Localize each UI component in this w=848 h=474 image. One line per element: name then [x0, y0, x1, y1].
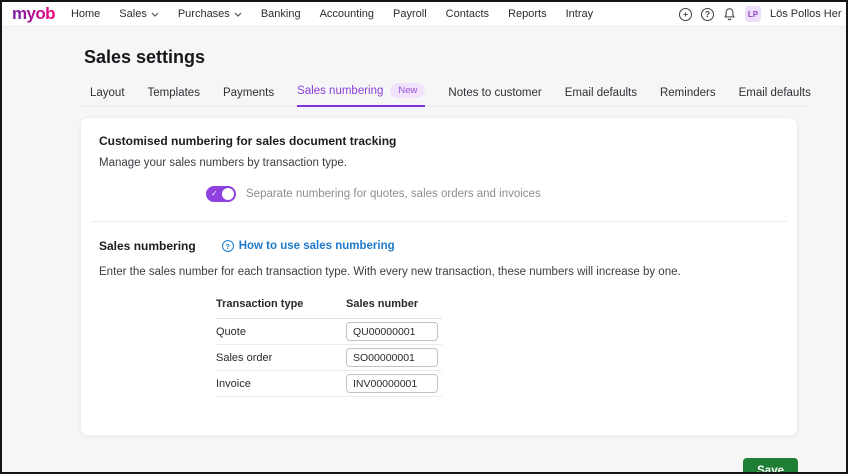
table-row-quote: Quote — [216, 319, 442, 345]
nav-item-reports[interactable]: Reports — [508, 8, 547, 20]
transaction-type-label: Quote — [216, 325, 246, 338]
sales-numbering-heading: Sales numbering — [99, 239, 196, 253]
myob-logo[interactable]: myob — [12, 5, 56, 24]
app-window: myob Home Sales Purchases Banking Accoun… — [0, 0, 848, 474]
tab-layout[interactable]: Layout — [90, 87, 125, 106]
section-divider — [91, 221, 787, 222]
table-row-invoice: Invoice — [216, 371, 442, 397]
tab-email-defaults-2[interactable]: Email defaults — [739, 87, 811, 106]
nav-menu: Home Sales Purchases Banking Accounting … — [71, 8, 593, 20]
separate-numbering-toggle[interactable]: ✓ — [206, 186, 236, 202]
nav-item-sales[interactable]: Sales — [119, 8, 159, 20]
nav-item-intray[interactable]: Intray — [566, 8, 594, 20]
nav-item-purchases[interactable]: Purchases — [178, 8, 242, 20]
help-circle-icon[interactable]: ? — [701, 7, 714, 21]
footer-actions: Save — [80, 458, 798, 472]
chevron-down-icon — [234, 12, 242, 17]
sales-numbering-header: Sales numbering ? How to use sales numbe… — [99, 239, 779, 253]
tab-email-defaults[interactable]: Email defaults — [565, 87, 637, 106]
transaction-type-label: Sales order — [216, 351, 273, 364]
user-avatar[interactable]: LP — [745, 6, 761, 22]
help-circle-icon: ? — [221, 240, 234, 252]
sales-order-number-input[interactable] — [346, 348, 438, 367]
top-nav: myob Home Sales Purchases Banking Accoun… — [2, 2, 846, 27]
save-button[interactable]: Save — [743, 458, 798, 472]
nav-item-home[interactable]: Home — [71, 8, 100, 20]
table-row-sales-order: Sales order — [216, 345, 442, 371]
how-to-use-link-label: How to use sales numbering — [238, 240, 395, 252]
custom-numbering-heading: Customised numbering for sales document … — [99, 134, 397, 148]
chevron-down-icon — [151, 12, 159, 17]
settings-card: Customised numbering for sales document … — [80, 117, 798, 436]
page-content: Sales settings Layout Templates Payments… — [80, 47, 811, 472]
table-header-row: Transaction type Sales number — [216, 293, 442, 319]
tab-reminders[interactable]: Reminders — [660, 87, 716, 106]
nav-item-banking[interactable]: Banking — [261, 8, 301, 20]
bell-icon[interactable] — [723, 7, 736, 21]
tab-templates[interactable]: Templates — [148, 87, 200, 106]
how-to-use-link[interactable]: ? How to use sales numbering — [221, 240, 395, 252]
custom-numbering-description: Manage your sales numbers by transaction… — [99, 157, 348, 169]
tab-notes-to-customer[interactable]: Notes to customer — [448, 87, 541, 106]
quote-number-input[interactable] — [346, 322, 438, 341]
sales-numbering-description: Enter the sales number for each transact… — [99, 266, 681, 278]
page-title: Sales settings — [84, 47, 206, 67]
tab-payments[interactable]: Payments — [223, 87, 274, 106]
add-circle-icon[interactable]: + — [679, 7, 692, 21]
user-name[interactable]: Lös Pollos Herm — [770, 8, 842, 20]
invoice-number-input[interactable] — [346, 374, 438, 393]
new-badge: New — [390, 83, 426, 98]
tab-sales-numbering[interactable]: Sales numbering New — [297, 83, 426, 107]
transaction-type-label: Invoice — [216, 377, 251, 390]
nav-right: + ? LP Lös Pollos Herm — [679, 6, 842, 22]
column-header-sales-number: Sales number — [346, 298, 419, 310]
toggle-knob — [222, 188, 234, 200]
separate-numbering-label: Separate numbering for quotes, sales ord… — [246, 188, 541, 200]
nav-item-accounting[interactable]: Accounting — [320, 8, 374, 20]
check-icon: ✓ — [211, 189, 218, 198]
separate-numbering-row: ✓ Separate numbering for quotes, sales o… — [206, 186, 779, 202]
settings-tabs: Layout Templates Payments Sales numberin… — [80, 83, 811, 107]
nav-item-payroll[interactable]: Payroll — [393, 8, 427, 20]
sales-numbering-table: Transaction type Sales number Quote Sale… — [216, 293, 442, 397]
column-header-transaction-type: Transaction type — [216, 298, 304, 310]
nav-item-contacts[interactable]: Contacts — [446, 8, 489, 20]
tab-sales-numbering-label: Sales numbering — [297, 84, 384, 97]
